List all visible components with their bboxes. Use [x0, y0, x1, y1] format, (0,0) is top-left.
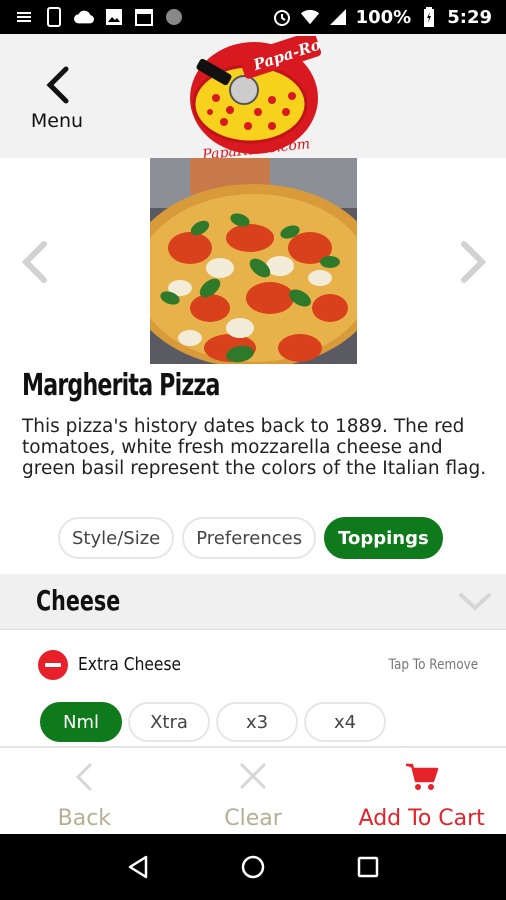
- pizza-image: [150, 158, 357, 364]
- tab-style-size[interactable]: Style/Size: [58, 517, 175, 559]
- qty-normal-button[interactable]: Nml: [40, 702, 122, 742]
- bottom-action-bar: Back Clear Add To Cart: [0, 746, 506, 834]
- chevron-left-icon: [76, 763, 92, 791]
- status-icons-left: [14, 7, 184, 27]
- wifi-icon: [300, 7, 320, 27]
- clock: 5:29: [447, 6, 492, 28]
- product-description: This pizza's history dates back to 1889.…: [22, 416, 487, 479]
- calendar-icon: [134, 7, 154, 27]
- battery-icon: [419, 7, 439, 27]
- carousel-prev-button[interactable]: [16, 238, 56, 286]
- back-label: Back: [57, 806, 112, 831]
- nav-back-icon[interactable]: [118, 847, 158, 887]
- chevron-down-icon[interactable]: [458, 592, 492, 612]
- signal-icon: [328, 7, 348, 27]
- chevron-right-icon: [461, 241, 487, 283]
- menu-label: Menu: [30, 110, 84, 132]
- quantity-selector: Nml Xtra x3 x4: [40, 702, 386, 742]
- cheese-section-header[interactable]: Cheese: [0, 574, 506, 630]
- cart-icon: [405, 763, 438, 790]
- menu-button[interactable]: Menu: [22, 60, 92, 140]
- status-bar: 100% 5:29: [0, 0, 506, 34]
- minus-circle-icon[interactable]: [38, 650, 68, 680]
- add-to-cart-button[interactable]: Add To Cart: [337, 748, 506, 834]
- clear-label: Clear: [224, 806, 282, 831]
- section-title: Cheese: [36, 584, 121, 617]
- clear-button[interactable]: Clear: [169, 748, 338, 834]
- product-title: Margherita Pizza: [22, 368, 220, 403]
- notification-icon: [14, 7, 34, 27]
- chevron-left-icon: [46, 66, 69, 104]
- papa-ronis-logo: Papa-Roni's PapaRonis.com: [190, 36, 322, 158]
- tab-toppings[interactable]: Toppings: [324, 517, 443, 559]
- alarm-icon: [272, 7, 292, 27]
- battery-percent: 100%: [355, 6, 412, 28]
- chevron-left-icon: [21, 241, 47, 283]
- circle-status-icon: [164, 7, 184, 27]
- close-icon: [240, 763, 266, 789]
- tap-to-remove-hint: Tap To Remove: [388, 657, 478, 673]
- cloud-upload-icon: [74, 7, 94, 27]
- tab-preferences[interactable]: Preferences: [182, 517, 317, 559]
- product-carousel: [0, 158, 506, 368]
- phone-sync-icon: [44, 7, 64, 27]
- carousel-next-button[interactable]: [452, 238, 492, 286]
- app-header: Menu Papa-Roni's PapaRonis.com: [0, 34, 506, 158]
- system-nav-bar: [0, 834, 506, 900]
- option-label: Extra Cheese: [78, 654, 182, 675]
- option-tabs: Style/Size Preferences Toppings: [58, 517, 443, 559]
- qty-x3-button[interactable]: x3: [216, 702, 298, 742]
- qty-x4-button[interactable]: x4: [304, 702, 386, 742]
- topping-option-row: Extra Cheese Tap To Remove: [0, 640, 506, 692]
- nav-home-icon[interactable]: [233, 847, 273, 887]
- qty-extra-button[interactable]: Xtra: [128, 702, 210, 742]
- back-button[interactable]: Back: [0, 748, 169, 834]
- image-icon: [104, 7, 124, 27]
- status-icons-right: 100% 5:29: [272, 7, 492, 28]
- nav-recents-icon[interactable]: [348, 847, 388, 887]
- add-to-cart-label: Add To Cart: [358, 806, 485, 831]
